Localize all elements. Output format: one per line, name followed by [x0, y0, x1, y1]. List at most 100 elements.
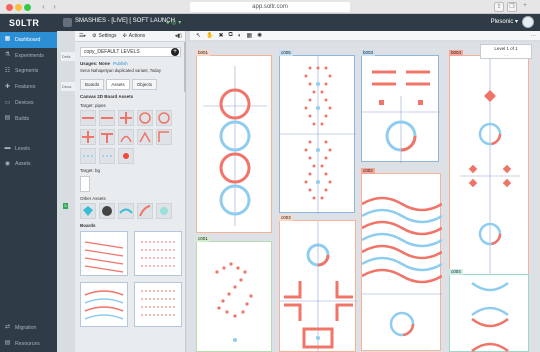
maximize-window-button[interactable]	[24, 4, 31, 11]
new-tab-icon[interactable]: +	[520, 2, 530, 12]
asset-pipe-corner-icon[interactable]	[156, 129, 172, 145]
build-icon: ▤	[4, 115, 11, 122]
asset-pipe-cross-icon[interactable]	[80, 129, 96, 145]
board-b001[interactable]: b001	[196, 50, 272, 233]
asset-pipe-straight-icon[interactable]	[80, 110, 96, 126]
device-icon: ▭	[4, 99, 11, 106]
level-pill[interactable]: Deca	[61, 82, 76, 91]
flask-icon: ⚗	[4, 52, 11, 59]
target-bg-label: Target: bg	[80, 168, 101, 173]
sidebar-item-dashboard[interactable]: ▦ Dashboard	[0, 32, 57, 48]
app-logo: S0LTR	[9, 18, 40, 28]
overflow-icon[interactable]: ⋯	[531, 33, 536, 39]
zoom-tool-icon[interactable]: ◐	[238, 33, 242, 39]
tab-assets[interactable]: Assets	[106, 79, 130, 90]
asset-pipe-arch-icon[interactable]	[118, 129, 134, 145]
panel-toolbar: ☰▸ ⚙ Settings ✣ Actions ◂◧	[75, 31, 185, 42]
pan-tool-icon[interactable]: ✋	[206, 32, 213, 39]
asset-pipe-ring-icon[interactable]	[156, 110, 172, 126]
board-c003[interactable]: c003	[279, 215, 357, 352]
level-name-field[interactable]: copy_DEFAULT LEVELS	[80, 47, 181, 57]
bg-asset[interactable]	[80, 176, 90, 192]
board-b003[interactable]: b003	[361, 50, 440, 163]
level-canvas[interactable]: b001 c005 b003 b004 Level 1 of 1 ... c00…	[187, 42, 540, 352]
board-thumbnail[interactable]	[134, 282, 182, 327]
tab-boards[interactable]: Boards	[80, 79, 105, 90]
asset-pipe-tee-icon[interactable]	[99, 129, 115, 145]
panel-scrollbar[interactable]	[184, 42, 186, 92]
status-badge: 5	[63, 203, 68, 209]
puzzle-icon: ✚	[4, 83, 11, 90]
asset-pipe-straight-icon[interactable]	[99, 110, 115, 126]
tab-objects[interactable]: Objects	[131, 79, 158, 90]
browser-toolbar: ‹ › app.soltr.com ⇪ ❐ +	[0, 0, 540, 14]
tabs-icon[interactable]: ❐	[507, 2, 517, 12]
asset-wave-icon[interactable]	[118, 203, 134, 219]
asset-pipe-cross-icon[interactable]	[118, 110, 134, 126]
level-popup[interactable]: Level 1 of 1 ...	[480, 44, 532, 59]
layer-tool-icon[interactable]: ⧉	[229, 32, 233, 39]
board-label: b001	[196, 50, 211, 56]
asset-tail-icon[interactable]	[137, 203, 153, 219]
sidebar-item-levels[interactable]: ▬ Levels	[0, 141, 57, 157]
crosshair-tool-icon[interactable]: ✖	[219, 32, 224, 39]
board-c004[interactable]: c004	[449, 269, 529, 352]
level-pill[interactable]: Defa	[61, 52, 76, 61]
board-label: c002	[361, 168, 375, 174]
sidebar-item-label: Devices	[15, 100, 34, 107]
project-status[interactable]: ● ◎ ▾	[166, 19, 181, 26]
sidebar-item-devices[interactable]: ▭ Devices	[0, 95, 57, 111]
section-title: Canvas 2D Board Assets	[80, 94, 134, 99]
asset-ball-icon[interactable]	[99, 203, 115, 219]
asset-dot-icon[interactable]	[118, 148, 134, 164]
sidebar-item-experiments[interactable]: ⚗ Experiments	[0, 48, 57, 64]
settings-label: Settings	[98, 33, 117, 39]
publish-link[interactable]: Publish	[113, 61, 128, 66]
asset-shell-icon[interactable]	[156, 203, 172, 219]
project-title[interactable]: SMASHIES - [LIVE] [ SOFT LAUNCH	[75, 18, 175, 24]
sidebar-item-segments[interactable]: ☷ Segments	[0, 64, 57, 80]
board-thumbnail[interactable]	[80, 231, 128, 276]
asset-pipe-arch-icon[interactable]	[137, 129, 153, 145]
share-icon[interactable]: ⇪	[494, 2, 504, 12]
panel-subtabs: Boards Assets Objects	[80, 79, 180, 90]
grid-tool-icon[interactable]: ▦	[246, 32, 252, 39]
address-bar[interactable]: app.soltr.com	[190, 2, 350, 12]
user-menu[interactable]: Plesonic ▾	[491, 18, 518, 25]
sidebar-item-resources[interactable]: ▤ Resources	[0, 336, 57, 352]
board-c005[interactable]: c005	[279, 50, 356, 214]
asset-pipe-dash-icon[interactable]	[80, 148, 96, 164]
sidebar-item-label: Assets	[15, 161, 31, 168]
actions-button[interactable]: ✣ Actions	[123, 33, 146, 39]
select-tool-icon[interactable]: ↖	[196, 32, 201, 39]
close-window-button[interactable]	[6, 4, 13, 11]
back-icon[interactable]: ‹	[38, 2, 49, 12]
board-label: b003	[361, 50, 376, 56]
asset-pipe-dash-icon[interactable]	[99, 148, 115, 164]
board-thumbnail[interactable]	[80, 282, 128, 327]
forward-icon[interactable]: ›	[49, 2, 60, 12]
add-level-button[interactable]: +	[171, 48, 179, 56]
sidebar-item-label: Experiments	[15, 52, 44, 59]
collapse-panel-icon[interactable]: ◂◧	[175, 33, 182, 39]
resources-icon: ▤	[4, 340, 11, 347]
board-c002[interactable]: c002	[361, 168, 443, 351]
panel-toggle-icon[interactable]: ☰▸	[79, 33, 86, 39]
sidebar-item-migration[interactable]: ⇄ Migration	[0, 320, 57, 336]
sidebar-item-label: Levels	[15, 145, 30, 152]
sidebar-item-assets[interactable]: ◉ Assets	[0, 157, 57, 173]
avatar[interactable]	[522, 16, 534, 28]
secondary-strip	[57, 14, 64, 352]
sidebar-item-label: Features	[15, 84, 36, 91]
minimize-window-button[interactable]	[15, 4, 22, 11]
asset-pipe-ring-icon[interactable]	[137, 110, 153, 126]
sidebar-item-label: Builds	[15, 115, 30, 122]
asset-gem-icon[interactable]	[80, 203, 96, 219]
sidebar-item-builds[interactable]: ▤ Builds	[0, 111, 57, 127]
board-c001[interactable]: c001	[196, 236, 272, 352]
migration-icon: ⇄	[4, 324, 11, 331]
board-thumbnail[interactable]	[134, 231, 182, 276]
sidebar-item-features[interactable]: ✚ Features	[0, 79, 57, 95]
settings-tool-icon[interactable]: ✺	[257, 32, 262, 39]
settings-button[interactable]: ⚙ Settings	[92, 33, 117, 39]
